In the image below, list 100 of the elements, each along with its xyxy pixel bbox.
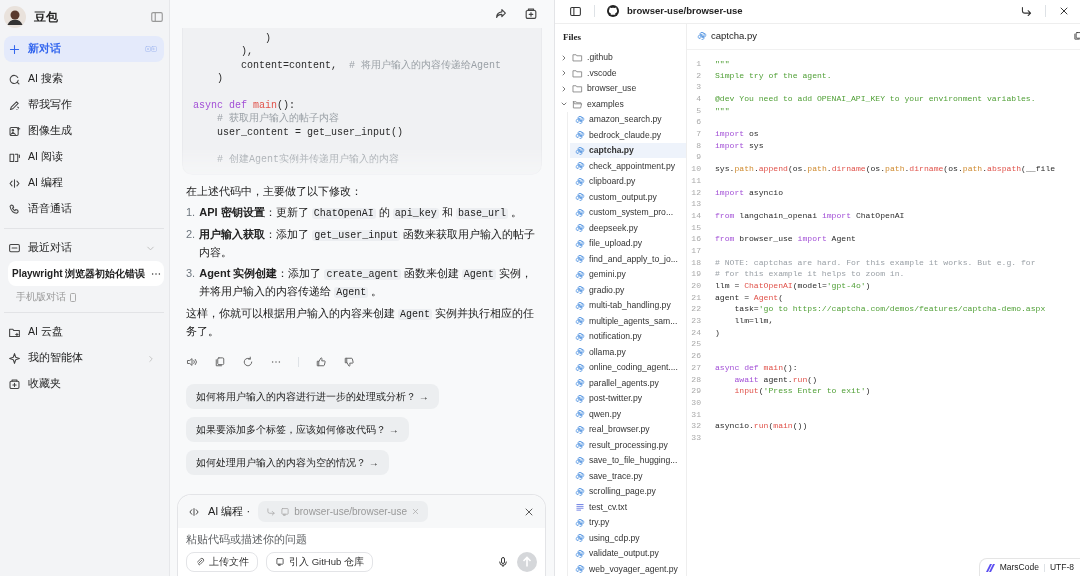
suggestion-button[interactable]: 如果要添加多个标签，应该如何修改代码？ → [186,416,409,442]
file-tab[interactable]: captcha.py [711,29,757,44]
sidebar-toggle-icon[interactable] [150,10,164,24]
code-line: await agent.run() [733,373,817,386]
message-input[interactable]: 粘贴代码或描述你的问题 [178,528,545,552]
tree-item[interactable]: clipboard.py [570,173,686,190]
paperclip-icon [195,556,205,567]
tree-item[interactable]: test_cv.txt [570,499,686,515]
chat-icon [8,241,21,255]
tree-item[interactable]: web_voyager_agent.py [570,561,686,576]
tree-item[interactable]: check_appointment.py [570,158,686,174]
add-box-icon[interactable] [524,7,538,21]
tree-item[interactable]: using_cdp.py [570,530,686,546]
python-file-icon [575,486,585,497]
tree-item[interactable]: multi-tab_handling.py [570,297,686,314]
tree-item[interactable]: result_processing.py [570,437,686,453]
nav-item[interactable]: 我的智能体 [4,345,164,372]
logo-icon [985,563,995,572]
remove-icon [411,507,420,516]
tree-item[interactable]: .github [555,49,686,66]
recent-chats-header[interactable]: 最近对话 [4,235,164,261]
line-number: 15 [690,221,702,234]
repo-title: browser-use/browser-use [627,4,743,19]
nav-item[interactable]: 图像生成 [4,118,164,144]
nav-item[interactable]: 语音通话 [4,196,164,222]
nav-item[interactable]: AI 阅读 [4,144,164,170]
import-repo-button[interactable]: 引入 GitHub 仓库 [266,551,373,572]
tree-item[interactable]: save_trace.py [570,468,686,484]
line-number: 32 [690,420,702,432]
new-chat-button[interactable]: 新对话 [4,36,164,62]
folder-icon [572,83,583,95]
copy-icon[interactable] [214,355,226,368]
code-line: from browser_use import Agent [715,233,856,245]
tree-item[interactable]: custom_output.py [570,189,686,205]
line-number: 4 [695,93,702,105]
tree-item[interactable]: .vscode [555,65,686,81]
share-icon[interactable] [494,7,508,21]
tree-item[interactable]: examples [555,96,686,112]
message-composer[interactable]: AI 编程 · browser-use/browser-use 粘贴代码或描述你的问题 上传文件 引入 GitHub 仓库 [177,494,546,576]
exit-arrow-icon[interactable] [1020,4,1033,18]
files-heading: Files [562,30,582,44]
suggestion-button[interactable]: 如何将用户输入的内容进行进一步的处理或分析？ → [186,383,439,409]
list-item: 用户输入获取：添加了 get_user_input 函数来获取用户输入的帖子内容。 [199,226,537,260]
search-icon [8,72,21,86]
tree-item[interactable]: gemini.py [570,266,686,283]
nav-item[interactable]: AI 云盘 [4,319,164,346]
tree-item[interactable]: notification.py [570,328,686,345]
nav-item[interactable]: 帮我写作 [4,92,164,118]
tree-item[interactable]: amazon_search.py [570,111,686,128]
phone-icon [8,202,21,216]
nav-item[interactable]: AI 搜索 [4,66,164,92]
tree-item[interactable]: try.py [570,514,686,531]
mode-label: AI 编程 · [208,504,251,520]
tree-item[interactable]: file_upload.py [570,235,686,252]
avatar-icon[interactable] [4,6,26,28]
chat-history-item[interactable]: Playwright 浏览器初始化错误 [8,261,164,286]
tree-item[interactable]: validate_output.py [570,545,686,562]
microphone-icon[interactable] [497,555,509,568]
tree-item[interactable]: scrolling_page.py [570,483,686,500]
bookmark-box-icon [8,377,21,391]
sidebar-toggle-icon[interactable] [569,4,582,18]
thumbs-up-icon[interactable] [315,355,327,368]
thumbs-down-icon[interactable] [343,355,355,368]
tree-item[interactable]: bedrock_claude.py [570,127,686,143]
line-number: 5 [695,104,702,117]
tree-item[interactable]: post-twitter.py [570,390,686,407]
tree-item[interactable]: deepseek.py [570,220,686,236]
refresh-icon[interactable] [242,355,254,368]
speaker-icon[interactable] [186,355,198,368]
python-file-icon [575,161,585,172]
tree-item[interactable]: save_to_file_hugging... [570,452,686,469]
python-file-icon [575,331,585,342]
python-file-icon [575,362,585,373]
tree-item[interactable]: qwen.py [570,406,686,422]
code-line: """ [715,104,730,117]
code-line: ) [264,32,272,46]
nav-item[interactable]: 收藏夹 [4,371,164,398]
code-icon [188,505,200,518]
tree-item[interactable]: multiple_agents_sam... [570,313,686,329]
tree-item[interactable]: captcha.py [570,142,686,159]
python-file-icon [575,130,585,141]
tree-item[interactable]: real_browser.py [570,421,686,438]
nav-item[interactable]: AI 编程 [4,170,164,196]
code-line: # NOTE: captchas are hard. For this example it works. But e.g. for [715,256,1036,269]
tree-item[interactable]: gradio.py [570,282,686,298]
code-line: llm = ChatOpenAI(model='gpt-4o') [715,280,871,292]
tree-item[interactable]: find_and_apply_to_jo... [570,251,686,267]
tree-item[interactable]: online_coding_agent.... [570,359,686,376]
tree-item[interactable]: browser_use [555,80,686,97]
suggestion-button[interactable]: 如何处理用户输入的内容为空的情况？ → [186,449,389,475]
code-line: asyncio.run(main()) [715,420,808,432]
code-line: async def main(): [715,361,798,374]
tree-item[interactable]: parallel_agents.py [570,375,686,391]
list-number: 1. [186,204,196,220]
tree-item[interactable]: custom_system_pro... [570,204,686,221]
upload-button[interactable]: 上传文件 [186,551,258,572]
copy-icon[interactable] [1073,31,1080,42]
line-number: 23 [690,315,702,327]
tree-item[interactable]: ollama.py [570,344,686,360]
line-number: 27 [690,361,702,374]
